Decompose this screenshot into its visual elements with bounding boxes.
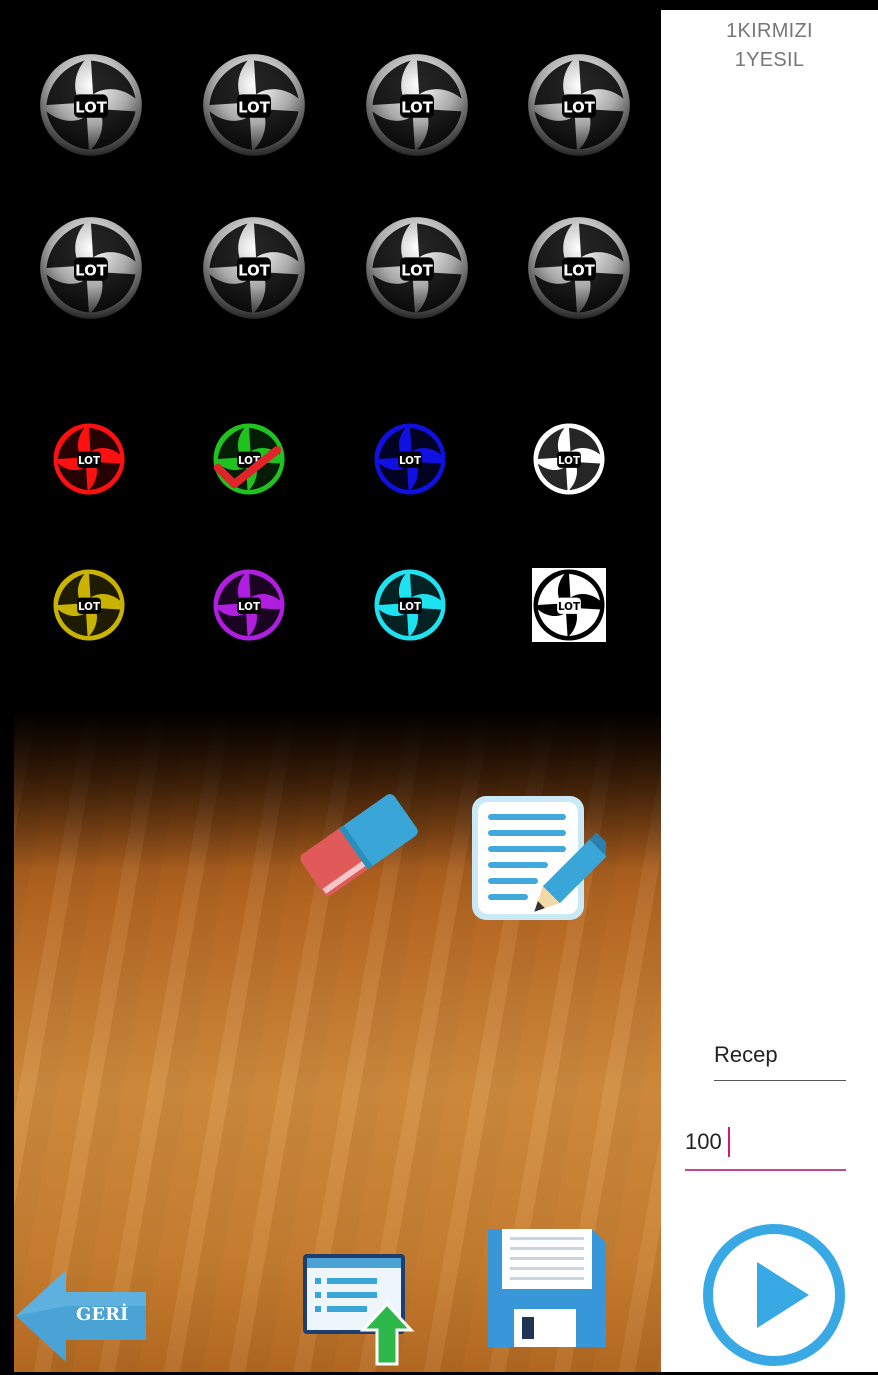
frame-edge-top [0,0,878,10]
back-button[interactable]: GERİ [14,1266,150,1366]
side-panel: 1KIRMIZI 1YESIL Recep 100 [661,10,878,1372]
lens-gray-8[interactable] [526,215,632,321]
lens-blue[interactable] [373,422,447,496]
lens-gray-3[interactable] [364,52,470,158]
amount-field-value: 100 [685,1129,722,1154]
frame-edge-left [0,0,14,1375]
edit-notes-icon[interactable] [466,790,606,930]
app-screen: GERİ 1KIRMIZI 1YESIL Recep 100 [0,0,878,1375]
play-button[interactable] [701,1222,847,1368]
lens-white[interactable] [532,422,606,496]
lens-gray-6[interactable] [201,215,307,321]
lens-gray-5[interactable] [38,215,144,321]
lens-black[interactable] [532,568,606,642]
lens-red[interactable] [52,422,126,496]
game-board: GERİ [14,10,661,1372]
back-button-label: GERİ [76,1304,129,1325]
name-field-value: Recep [714,1042,778,1067]
lens-gray-4[interactable] [526,52,632,158]
amount-field[interactable]: 100 [685,1125,846,1171]
upload-list-icon[interactable] [299,1250,417,1368]
eraser-icon[interactable] [294,780,424,910]
lens-gray-1[interactable] [38,52,144,158]
lens-gray-2[interactable] [201,52,307,158]
result-line-1: 1KIRMIZI [726,20,813,42]
lens-yellow[interactable] [52,568,126,642]
lens-cyan[interactable] [373,568,447,642]
result-line-2: 1YESIL [734,49,805,71]
lens-green[interactable] [212,422,286,496]
text-cursor [728,1127,730,1157]
lens-purple[interactable] [212,568,286,642]
save-icon[interactable] [482,1223,612,1353]
lens-gray-7[interactable] [364,215,470,321]
name-field[interactable]: Recep [714,1038,846,1081]
